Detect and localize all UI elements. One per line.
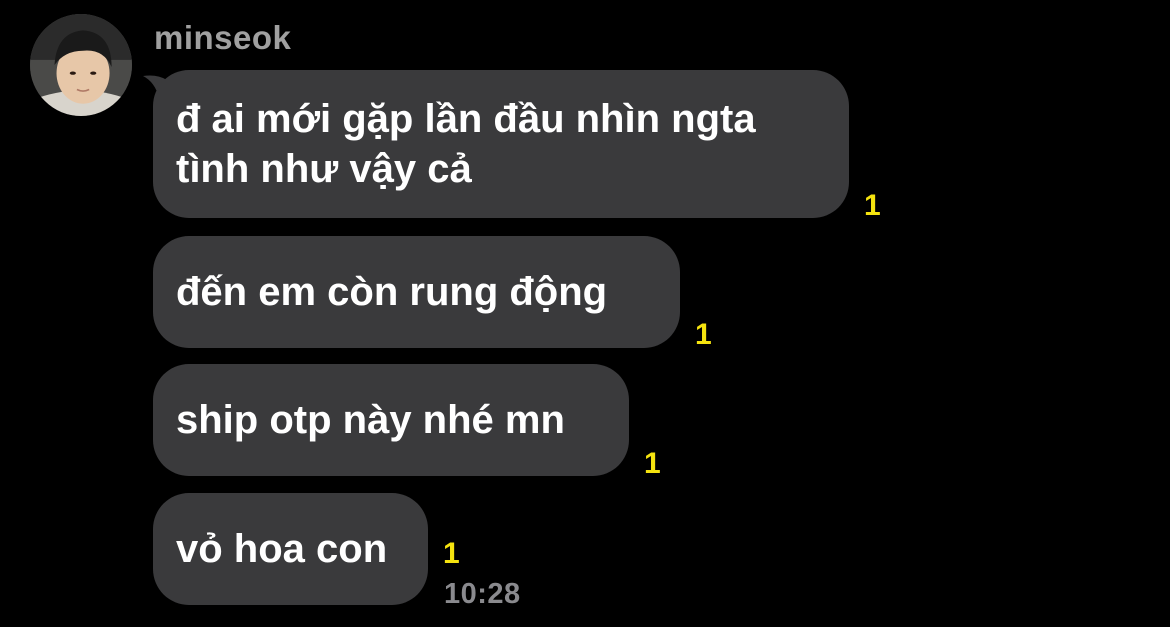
message-bubble[interactable]: đến em còn rung động [153, 236, 680, 348]
avatar-photo-icon [30, 14, 132, 116]
chat-thread: minseok đ ai mới gặp lần đầu nhìn ngta t… [0, 0, 1170, 627]
message-bubble[interactable]: đ ai mới gặp lần đầu nhìn ngta tình như … [153, 70, 849, 218]
unread-count: 1 [443, 537, 460, 570]
sender-name: minseok [154, 19, 292, 56]
unread-count: 1 [864, 189, 881, 222]
message-text: ship otp này nhé mn [176, 398, 565, 442]
message-text: đến em còn rung động [176, 270, 608, 314]
message-text: đ ai mới gặp lần đầu nhìn ngta [176, 97, 756, 141]
message-text: tình như vậy cả [176, 147, 472, 191]
message-bubble[interactable]: ship otp này nhé mn [153, 364, 629, 476]
unread-count: 1 [644, 447, 661, 480]
avatar[interactable] [30, 14, 132, 116]
unread-count: 1 [695, 318, 712, 351]
message-timestamp: 10:28 [444, 578, 521, 610]
message-bubble[interactable]: vỏ hoa con [153, 493, 428, 605]
message-text: vỏ hoa con [176, 527, 388, 571]
